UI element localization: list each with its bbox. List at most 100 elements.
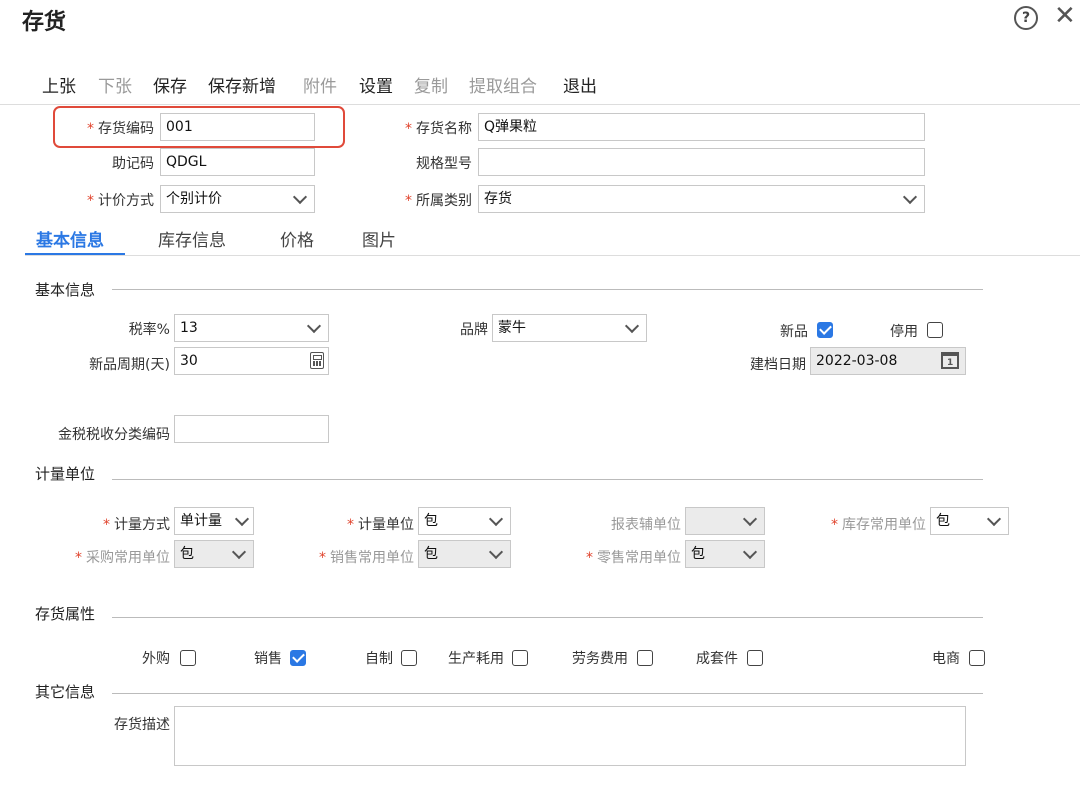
retail-value: 包 [691,546,705,562]
retail-label: * 零售常用单位 [586,550,681,566]
cycle-label: 新品周期(天) [89,357,170,373]
new-label: 新品 [780,324,808,340]
tab-stock-info[interactable]: 库存信息 [158,226,226,251]
disabled-checkbox[interactable] [927,322,943,338]
purchase-select[interactable]: 包 [174,540,254,568]
help-icon[interactable]: ? [1014,6,1038,30]
brand-label: 品牌 [460,322,488,338]
attr-checkbox-waigou[interactable] [180,650,196,666]
report-select[interactable] [685,507,765,535]
tax-label: 税率% [128,322,170,338]
chevron-down-icon [306,318,322,334]
attr-checkbox-chengtaojian[interactable] [747,650,763,666]
name-input[interactable]: Q弹果粒 [478,113,925,141]
section-other-title: 其它信息 [35,683,96,701]
section-divider [112,289,983,290]
brand-value: 蒙牛 [498,320,526,336]
mnemonic-input[interactable]: QDGL [160,148,315,176]
spec-input[interactable] [478,148,925,176]
save-button[interactable]: 保存 [153,72,187,97]
section-divider [112,693,983,694]
desc-label: 存货描述 [114,717,170,733]
chevron-down-icon [742,511,758,527]
stock-select[interactable]: 包 [930,507,1009,535]
pricing-select[interactable]: 个别计价 [160,185,315,213]
mnemonic-label: 助记码 [112,156,154,172]
retail-select[interactable]: 包 [685,540,765,568]
purchase-label: * 采购常用单位 [75,550,170,566]
section-units-title: 计量单位 [35,465,96,483]
tab-price[interactable]: 价格 [280,226,314,251]
unit-select[interactable]: 包 [418,507,511,535]
prev-button[interactable]: 上张 [42,72,76,97]
method-label: * 计量方式 [103,517,170,533]
method-value: 单计量 [180,513,222,529]
attr-label-zizhi: 自制 [365,651,393,667]
chevron-down-icon [902,189,918,205]
attr-label-laowu: 劳务费用 [572,651,628,667]
attr-label-dianshang: 电商 [932,651,960,667]
taxcode-input[interactable] [174,415,329,443]
toolbar-divider [0,104,1080,105]
spec-label: 规格型号 [416,156,472,172]
tab-images[interactable]: 图片 [362,226,396,251]
sales-select[interactable]: 包 [418,540,511,568]
brand-select[interactable]: 蒙牛 [492,314,647,342]
unit-label: * 计量单位 [347,517,414,533]
section-basic-title: 基本信息 [35,281,96,299]
copy-button[interactable]: 复制 [414,72,448,97]
report-label: 报表辅单位 [611,517,681,533]
tab-divider [25,255,1080,256]
close-icon[interactable]: ✕ [1054,2,1076,30]
code-input[interactable]: 001 [160,113,315,141]
taxcode-label: 金税税收分类编码 [58,427,170,443]
attr-checkbox-xiaoshou[interactable] [290,650,306,666]
window-title: 存货 [22,10,67,35]
section-attrs-title: 存货属性 [35,605,96,623]
chevron-down-icon [488,544,504,560]
calculator-icon[interactable] [310,352,324,369]
next-button[interactable]: 下张 [98,72,132,97]
calendar-icon[interactable] [941,352,959,372]
chevron-down-icon [986,511,1002,527]
exit-button[interactable]: 退出 [563,72,597,97]
attr-label-chengtaojian: 成套件 [696,651,738,667]
sales-value: 包 [424,546,438,562]
chevron-down-icon [231,544,247,560]
cycle-input[interactable]: 30 [174,347,329,375]
attr-checkbox-zizhi[interactable] [401,650,417,666]
method-select[interactable]: 单计量 [174,507,254,535]
chevron-down-icon [742,544,758,560]
disabled-label: 停用 [890,324,918,340]
settings-button[interactable]: 设置 [359,72,393,97]
desc-textarea[interactable] [174,706,966,766]
code-label: * 存货编码 [87,121,154,137]
tab-basic-info[interactable]: 基本信息 [36,226,104,251]
pricing-value: 个别计价 [166,191,222,207]
attr-checkbox-laowu[interactable] [637,650,653,666]
section-divider [112,479,983,480]
chevron-down-icon [488,511,504,527]
pricing-label: * 计价方式 [87,193,154,209]
category-select[interactable]: 存货 [478,185,925,213]
date-label: 建档日期 [750,357,806,373]
date-input[interactable]: 2022-03-08 [810,347,966,375]
new-checkbox[interactable] [817,322,833,338]
chevron-down-icon [234,511,250,527]
attr-checkbox-shengchan[interactable] [512,650,528,666]
stock-value: 包 [936,513,950,529]
attachment-button[interactable]: 附件 [303,72,337,97]
category-label: * 所属类别 [405,193,472,209]
unit-value: 包 [424,513,438,529]
date-value: 2022-03-08 [816,353,898,369]
chevron-down-icon [292,189,308,205]
tax-value: 13 [180,320,198,336]
save-and-new-button[interactable]: 保存新增 [208,72,276,97]
category-value: 存货 [484,191,512,207]
tax-select[interactable]: 13 [174,314,329,342]
stock-label: * 库存常用单位 [831,517,926,533]
attr-label-xiaoshou: 销售 [254,651,282,667]
attr-checkbox-dianshang[interactable] [969,650,985,666]
extract-combo-button[interactable]: 提取组合 [469,72,537,97]
chevron-down-icon [624,318,640,334]
